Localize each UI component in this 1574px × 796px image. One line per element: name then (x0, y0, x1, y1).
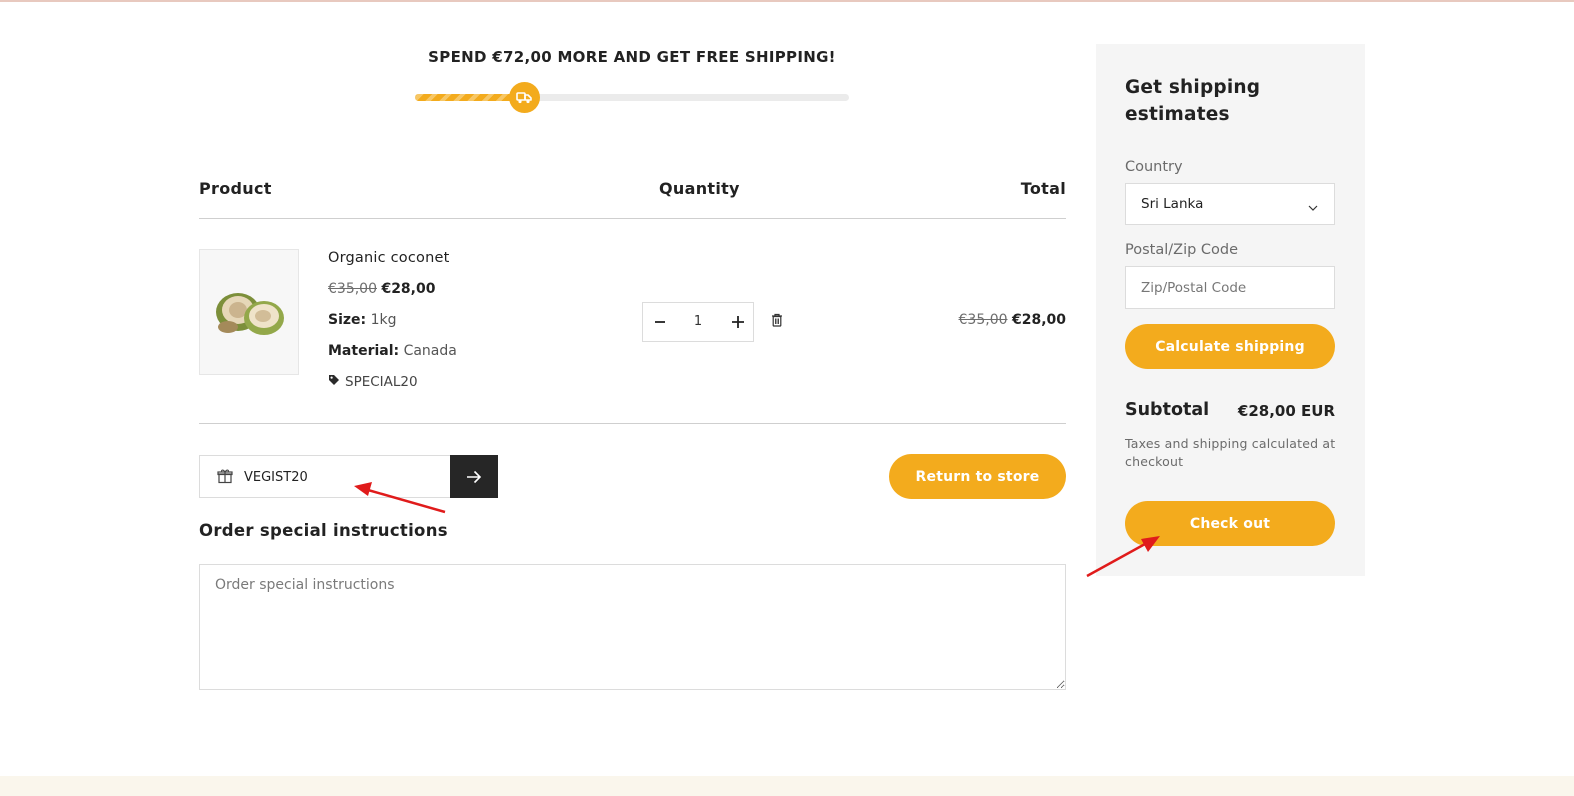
quantity-stepper: 1 (642, 302, 754, 342)
size-value: 1kg (370, 312, 397, 328)
gift-icon (217, 468, 235, 486)
coupon-code-input[interactable] (244, 465, 444, 489)
product-size: Size: 1kg (328, 312, 396, 328)
country-selected-value: Sri Lanka (1141, 196, 1204, 212)
size-label: Size: (328, 312, 367, 328)
product-price: €35,00 €28,00 (328, 281, 435, 297)
line-item-total: €35,00 €28,00 (900, 312, 1066, 328)
product-name-link[interactable]: Organic coconet (328, 250, 450, 266)
line-sale-total: €28,00 (1011, 312, 1066, 328)
header-divider (199, 218, 1066, 219)
special-instructions-title: Order special instructions (199, 521, 448, 540)
country-select[interactable]: Sri Lanka (1125, 183, 1335, 225)
total-column-header: Total (1020, 179, 1066, 198)
material-label: Material: (328, 343, 400, 359)
special-instructions-textarea[interactable] (199, 564, 1066, 690)
subtotal-label: Subtotal (1125, 400, 1210, 420)
shipping-estimate-title: Get shipping estimates (1125, 77, 1261, 125)
return-to-store-button[interactable]: Return to store (889, 454, 1066, 499)
remove-item-trash-icon[interactable] (769, 311, 785, 329)
applied-discount: SPECIAL20 (328, 374, 418, 390)
tax-shipping-note: Taxes and shipping calculated at checkou… (1125, 436, 1336, 469)
zip-code-input[interactable] (1125, 266, 1335, 309)
calculate-shipping-button[interactable]: Calculate shipping (1125, 324, 1335, 369)
product-compare-price: €35,00 (328, 281, 377, 297)
product-column-header: Product (199, 179, 272, 198)
apply-coupon-button[interactable] (450, 455, 498, 498)
quantity-column-header: Quantity (659, 179, 740, 198)
material-value: Canada (403, 343, 457, 359)
tag-icon (328, 374, 340, 390)
arrow-right-icon (467, 470, 482, 483)
subtotal-value: €28,00 EUR (1237, 402, 1335, 420)
product-sale-price: €28,00 (381, 281, 436, 297)
free-shipping-message: SPEND €72,00 MORE AND GET FREE SHIPPING! (428, 48, 836, 66)
free-shipping-progress-bar (415, 82, 849, 113)
zip-code-label: Postal/Zip Code (1125, 242, 1239, 258)
footer-band (0, 776, 1574, 796)
product-material: Material: Canada (328, 343, 457, 359)
checkout-button[interactable]: Check out (1125, 501, 1335, 546)
product-image[interactable] (199, 249, 299, 375)
quantity-input[interactable]: 1 (678, 303, 718, 341)
top-border (0, 0, 1574, 2)
shipping-estimate-panel: Get shipping estimates Country Sri Lanka… (1096, 44, 1365, 576)
increase-quantity-button[interactable] (723, 303, 753, 341)
coupon-form (199, 455, 498, 498)
country-label: Country (1125, 159, 1183, 175)
discount-code: SPECIAL20 (345, 374, 418, 390)
decrease-quantity-button[interactable] (645, 303, 675, 341)
item-divider (199, 423, 1066, 424)
free-shipping-progress-fill (415, 94, 524, 101)
line-compare-total: €35,00 (958, 312, 1008, 328)
truck-icon (508, 82, 540, 113)
chevron-down-icon (1308, 199, 1318, 215)
